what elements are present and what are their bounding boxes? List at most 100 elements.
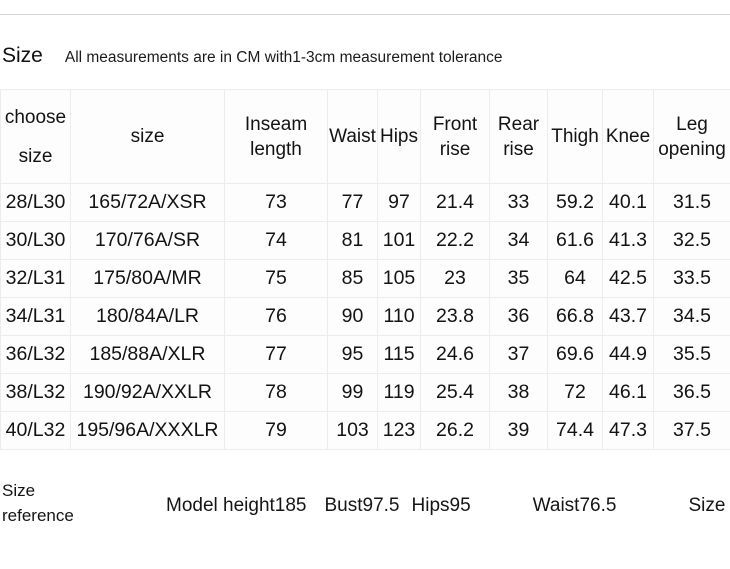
table-row: 40/L32 195/96A/XXXLR 79 103 123 26.2 39 74.4 47.…: [0, 411, 730, 450]
cell-front-rise: 21.4: [420, 183, 490, 222]
cell-leg-opening: 36.5: [653, 373, 730, 412]
cell-waist: 99: [327, 373, 378, 412]
column-header-rear-line1: Rear: [497, 113, 540, 135]
cell-inseam: 73: [224, 183, 328, 222]
column-header-leg-line1: Leg: [676, 113, 708, 135]
cell-knee: 44.9: [602, 335, 654, 374]
column-header-inseam-line2: length: [250, 138, 302, 160]
table-row: 30/L30 170/76A/SR 74 81 101 22.2 34 61.6 41.3 32.…: [0, 221, 730, 260]
cell-front-rise: 23.8: [420, 297, 490, 336]
cell-choose: 32/L31: [0, 259, 71, 298]
cell-size: 175/80A/MR: [70, 259, 225, 298]
size-reference-block: Size reference Model height185 Bust97.5 Hi…: [0, 478, 730, 538]
cell-rear-rise: 37: [489, 335, 548, 374]
cell-front-rise: 22.2: [420, 221, 490, 260]
column-header-leg-line2: opening: [658, 138, 726, 160]
column-header-size: size: [70, 89, 225, 184]
cell-waist: 95: [327, 335, 378, 374]
cell-thigh: 59.2: [547, 183, 603, 222]
cell-hips: 97: [377, 183, 421, 222]
size-reference-values: Model height185 Bust97.5 Hips95 Waist76.5 Si…: [166, 492, 730, 520]
cell-size: 180/84A/LR: [70, 297, 225, 336]
cell-front-rise: 25.4: [420, 373, 490, 412]
cell-knee: 43.7: [602, 297, 654, 336]
cell-waist: 85: [327, 259, 378, 298]
cell-leg-opening: 31.5: [653, 183, 730, 222]
cell-hips: 123: [377, 411, 421, 450]
table-row: 34/L31 180/84A/LR 76 90 110 23.8 36 66.8 43.7 34.…: [0, 297, 730, 336]
cell-front-rise: 24.6: [420, 335, 490, 374]
size-reference-size: Size M: [688, 495, 730, 516]
cell-hips: 110: [377, 297, 421, 336]
size-reference-label-line1: Size: [2, 481, 36, 500]
cell-knee: 40.1: [602, 183, 654, 222]
table-row: 36/L32 185/88A/XLR 77 95 115 24.6 37 69.6 44.9 35…: [0, 335, 730, 374]
cell-hips: 119: [377, 373, 421, 412]
cell-knee: 47.3: [602, 411, 654, 450]
cell-inseam: 77: [224, 335, 328, 374]
cell-choose: 34/L31: [0, 297, 71, 336]
cell-waist: 77: [327, 183, 378, 222]
size-reference-bust: Bust97.5: [324, 495, 400, 516]
cell-leg-opening: 32.5: [653, 221, 730, 260]
cell-inseam: 79: [224, 411, 328, 450]
cell-choose: 40/L32: [0, 411, 71, 450]
cell-thigh: 72: [547, 373, 603, 412]
cell-rear-rise: 33: [489, 183, 548, 222]
column-header-knee: Knee: [602, 89, 654, 184]
cell-waist: 81: [327, 221, 378, 260]
cell-rear-rise: 39: [489, 411, 548, 450]
size-measurement-note: All measurements are in CM with1-3cm mea…: [64, 49, 503, 66]
cell-size: 165/72A/XSR: [70, 183, 225, 222]
cell-rear-rise: 38: [489, 373, 548, 412]
column-header-hips: Hips: [377, 89, 421, 184]
cell-leg-opening: 37.5: [653, 411, 730, 450]
size-reference-waist: Waist76.5: [532, 495, 617, 516]
cell-thigh: 69.6: [547, 335, 603, 374]
cell-choose: 36/L32: [0, 335, 71, 374]
column-header-choose-line1: choose: [4, 106, 67, 128]
cell-front-rise: 23: [420, 259, 490, 298]
cell-inseam: 76: [224, 297, 328, 336]
cell-leg-opening: 33.5: [653, 259, 730, 298]
size-heading-title: Size: [2, 44, 43, 67]
column-header-leg-opening: Leg opening: [653, 89, 730, 184]
cell-choose: 28/L30: [0, 183, 71, 222]
table-header-row: choose size size Inseam length Waist Hip…: [0, 89, 730, 184]
top-divider: [0, 14, 730, 15]
column-header-waist: Waist: [327, 89, 378, 184]
column-header-front-rise: Front rise: [420, 89, 490, 184]
column-header-choose-line2: size: [18, 145, 53, 167]
cell-knee: 42.5: [602, 259, 654, 298]
cell-choose: 38/L32: [0, 373, 71, 412]
cell-inseam: 75: [224, 259, 328, 298]
cell-hips: 101: [377, 221, 421, 260]
column-header-rear-line2: rise: [503, 138, 534, 160]
cell-waist: 103: [327, 411, 378, 450]
size-reference-hips: Hips95: [411, 495, 471, 516]
cell-choose: 30/L30: [0, 221, 71, 260]
cell-rear-rise: 35: [489, 259, 548, 298]
cell-thigh: 74.4: [547, 411, 603, 450]
cell-thigh: 64: [547, 259, 603, 298]
cell-thigh: 61.6: [547, 221, 603, 260]
size-chart-table: choose size size Inseam length Waist Hip…: [0, 89, 730, 450]
column-header-inseam-line1: Inseam: [244, 113, 308, 135]
size-reference-model-height: Model height185: [166, 495, 307, 516]
column-header-thigh: Thigh: [547, 89, 603, 184]
cell-knee: 46.1: [602, 373, 654, 412]
cell-knee: 41.3: [602, 221, 654, 260]
column-header-front-line2: rise: [439, 138, 471, 160]
cell-leg-opening: 34.5: [653, 297, 730, 336]
cell-size: 190/92A/XXLR: [70, 373, 225, 412]
size-heading-row: Size All measurements are in CM with1-3c…: [0, 44, 730, 72]
column-header-front-line1: Front: [432, 113, 478, 135]
cell-size: 195/96A/XXXLR: [70, 411, 225, 450]
cell-leg-opening: 35.5: [653, 335, 730, 374]
column-header-choose-size: choose size: [0, 89, 71, 184]
cell-waist: 90: [327, 297, 378, 336]
cell-size: 170/76A/SR: [70, 221, 225, 260]
table-row: 32/L31 175/80A/MR 75 85 105 23 35 64 42.5 33.5: [0, 259, 730, 298]
size-reference-label-line2: reference: [2, 506, 74, 525]
cell-size: 185/88A/XLR: [70, 335, 225, 374]
